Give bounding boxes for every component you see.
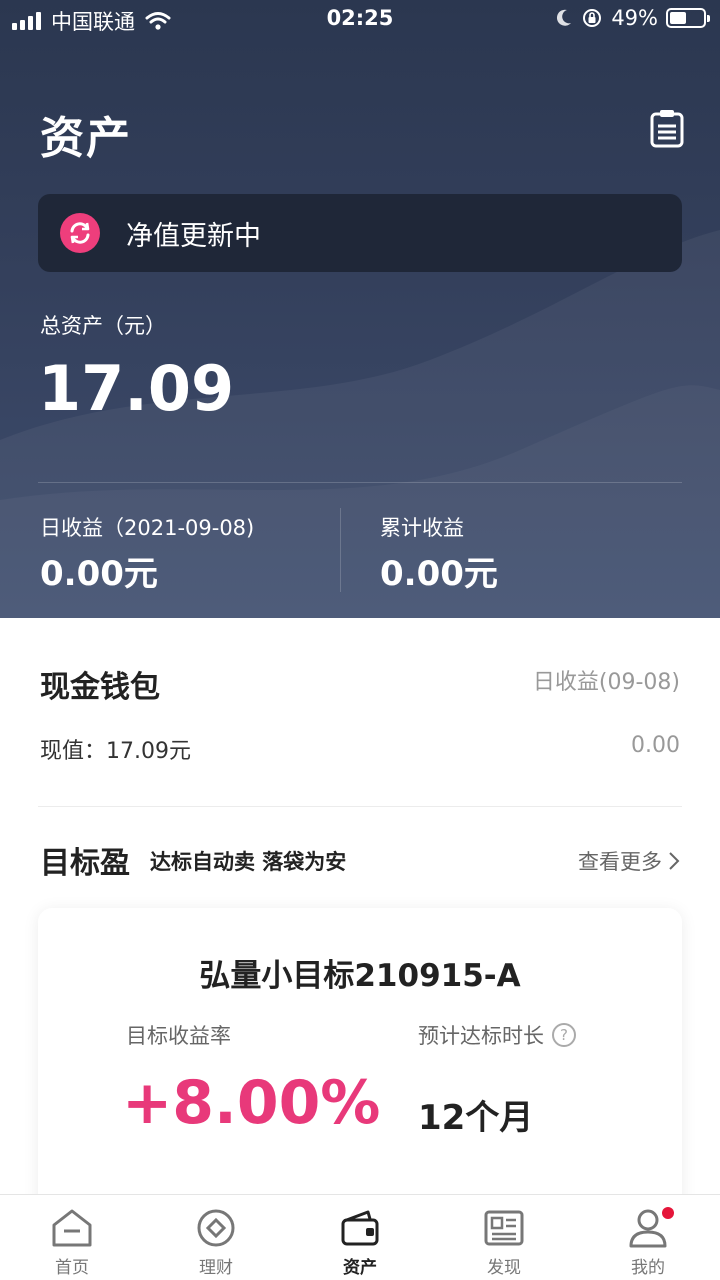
cumulative-income-label: 累计收益 (380, 516, 464, 540)
home-icon (52, 1209, 92, 1247)
wallet-icon (341, 1210, 379, 1246)
tab-home[interactable]: 首页 (0, 1195, 144, 1280)
target-rate-label: 目标收益率 (126, 1024, 231, 1048)
total-assets-label: 总资产（元） (40, 314, 166, 338)
tab-discover[interactable]: 发现 (432, 1195, 576, 1280)
duration-label: 预计达标时长 (418, 1024, 544, 1048)
nav-update-banner[interactable]: 净值更新中 (38, 194, 682, 272)
wallet-income-label: 日收益(09-08) (532, 670, 680, 695)
duration-value: 12个月 (418, 1098, 534, 1138)
tab-label: 我的 (631, 1258, 665, 1278)
tab-finance[interactable]: 理财 (144, 1195, 288, 1280)
bottom-tab-bar: 首页 理财 资产 发现 我的 (0, 1194, 720, 1280)
goal-product-card[interactable]: 弘量小目标210915-A 目标收益率 +8.00% 预计达标时长 ? 12个月 (38, 908, 682, 1228)
page-title: 资产 (40, 113, 132, 164)
wallet-value: 现值：17.09元 (40, 739, 191, 764)
view-more-link[interactable]: 查看更多 (578, 846, 680, 876)
rotation-lock-icon (583, 9, 602, 27)
duration-label-group: 预计达标时长 ? (418, 1020, 576, 1050)
tab-label: 资产 (343, 1258, 377, 1278)
tab-label: 首页 (55, 1258, 89, 1278)
banner-text: 净值更新中 (126, 220, 261, 252)
wallet-section-title[interactable]: 现金钱包 (40, 662, 160, 706)
moon-icon (557, 9, 572, 26)
tab-label: 发现 (487, 1258, 521, 1278)
income-column-divider (340, 508, 341, 592)
target-rate-value: +8.00% (122, 1068, 381, 1138)
daily-income-value: 0.00元 (40, 554, 158, 594)
status-bar: 中国联通 02:25 49% (0, 0, 720, 38)
tab-label: 理财 (199, 1258, 233, 1278)
hero-divider (38, 482, 682, 483)
wallet-income-value: 0.00 (631, 733, 680, 758)
news-icon (484, 1210, 524, 1246)
finance-icon (197, 1209, 235, 1247)
goal-tagline: 达标自动卖 落袋为安 (150, 850, 347, 874)
refresh-icon (60, 213, 100, 253)
total-assets-value: 17.09 (38, 352, 235, 425)
tab-profile[interactable]: 我的 (576, 1195, 720, 1280)
clipboard-icon[interactable] (648, 108, 686, 148)
view-more-label: 查看更多 (578, 850, 662, 874)
goal-section-title: 目标盈 (40, 846, 130, 881)
chevron-right-icon (669, 852, 680, 870)
tab-assets[interactable]: 资产 (288, 1195, 432, 1280)
cumulative-income-value: 0.00元 (380, 554, 498, 594)
notification-dot (662, 1207, 674, 1219)
battery-percent: 49% (611, 6, 658, 30)
product-name: 弘量小目标210915-A (199, 958, 521, 994)
daily-income-label: 日收益（2021-09-08) (40, 516, 255, 540)
help-icon[interactable]: ? (552, 1023, 576, 1047)
battery-icon (666, 8, 710, 28)
section-divider (38, 806, 682, 807)
